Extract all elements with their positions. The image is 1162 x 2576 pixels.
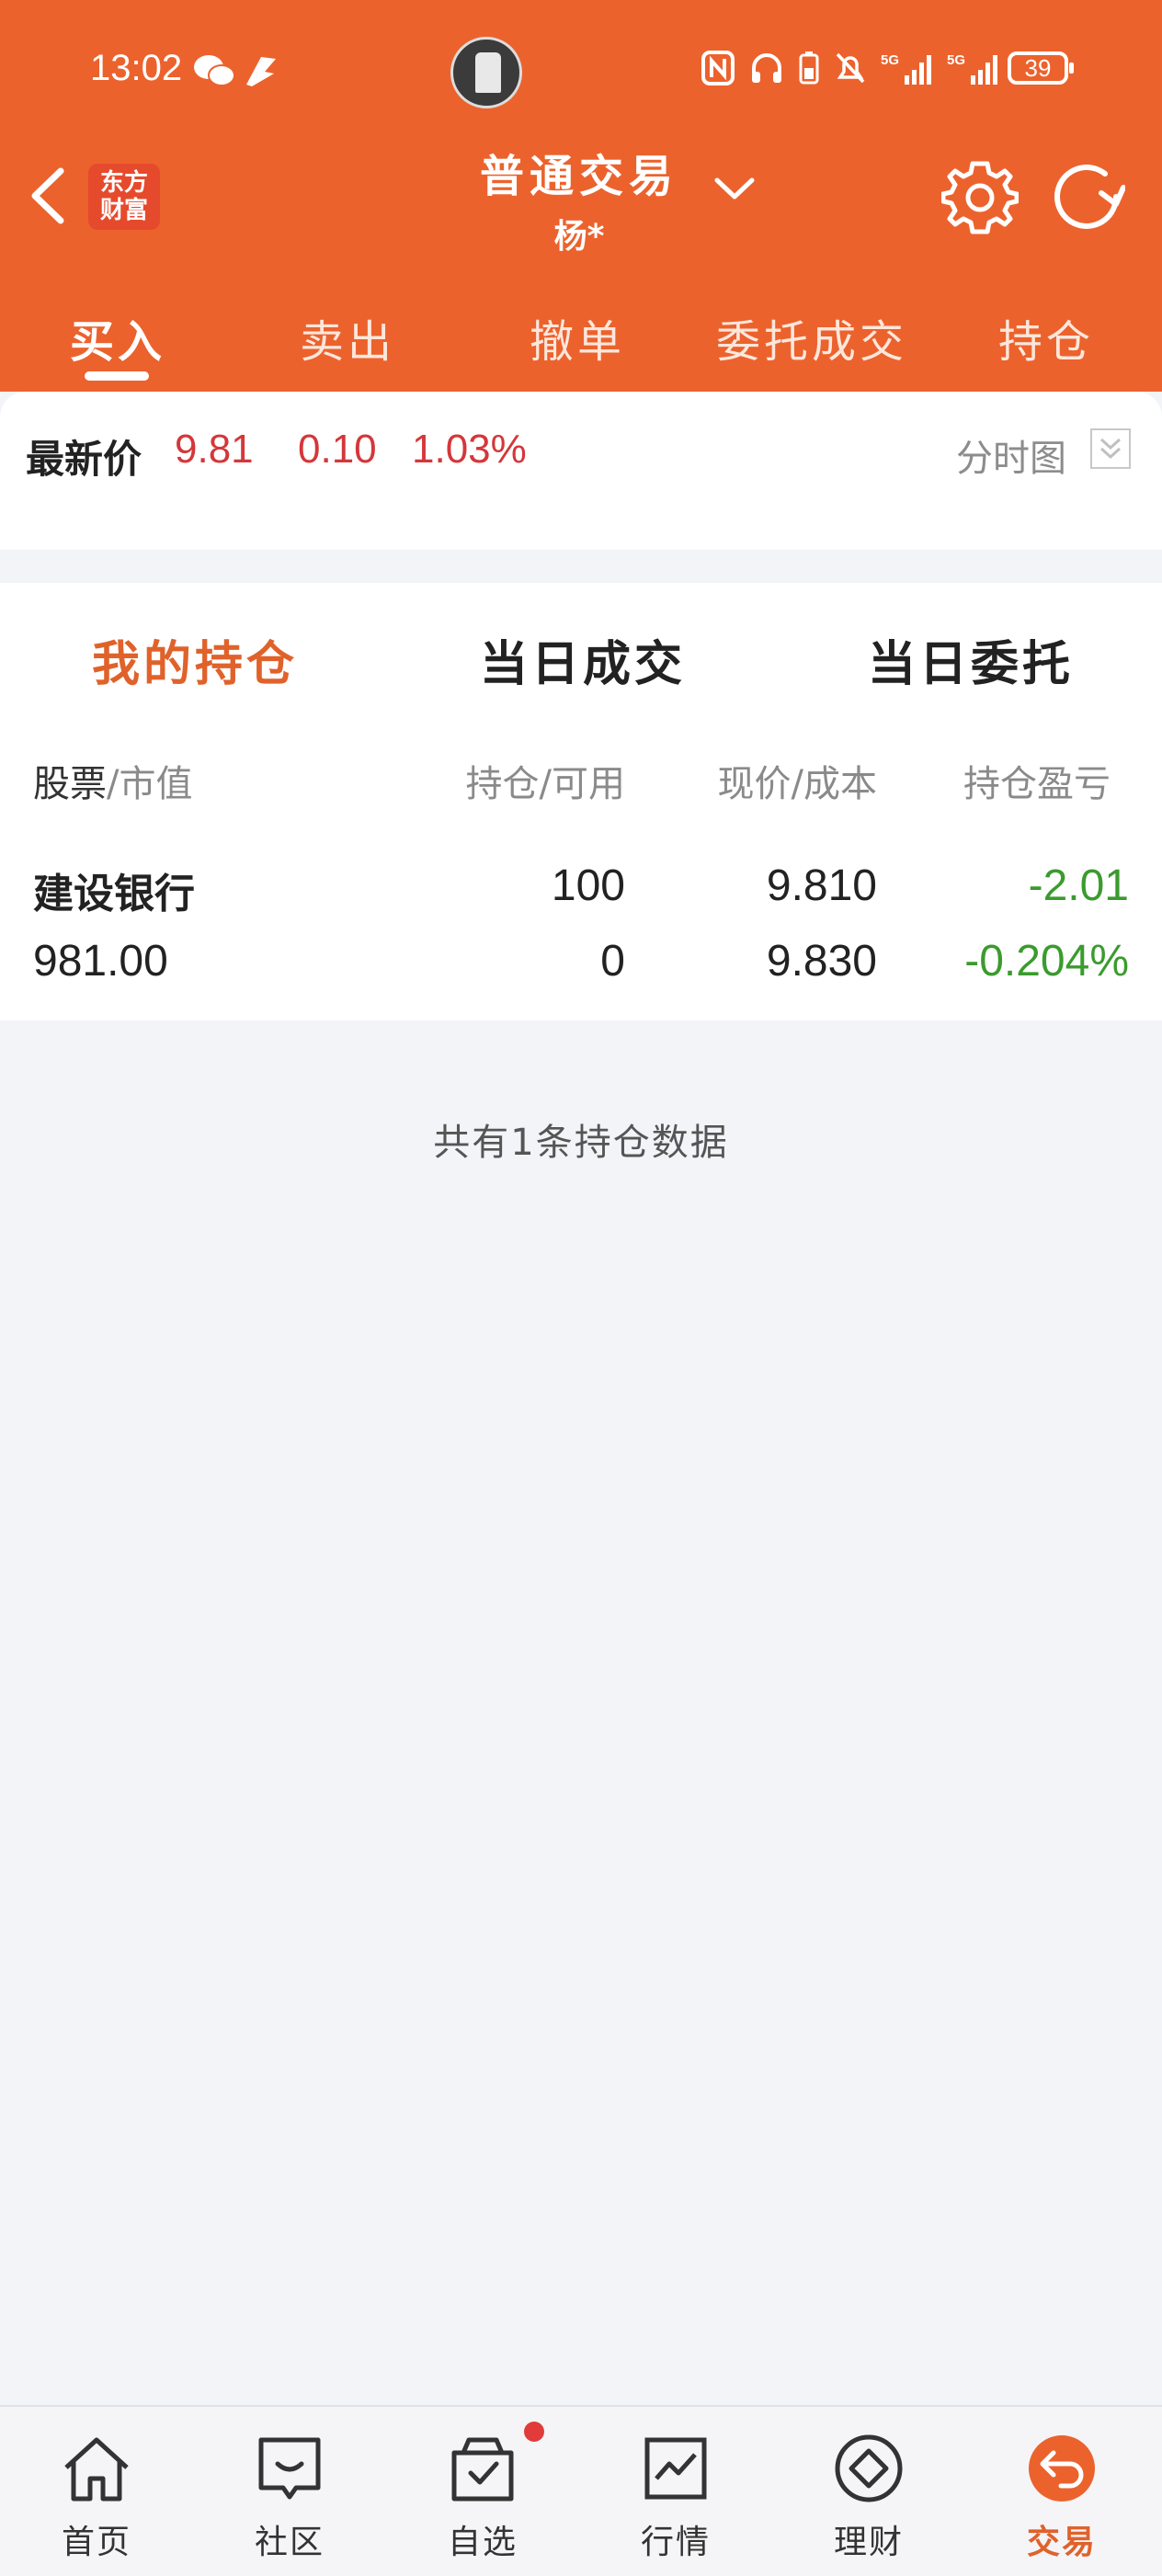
tab-sell[interactable]: 卖出 — [294, 305, 401, 370]
tab-orders[interactable]: 委托成交 — [708, 305, 916, 370]
home-icon — [64, 2437, 129, 2502]
nav-community[interactable]: 社区 — [193, 2407, 386, 2576]
status-time: 13:02 — [90, 48, 183, 88]
shopping-bag-check-icon — [451, 2437, 514, 2502]
trade-tabs: 买入 卖出 撤单 委托成交 持仓 — [0, 294, 1162, 386]
notification-dot — [524, 2422, 544, 2442]
positions-panel: 我的持仓 当日成交 当日委托 股票/市值 持仓/可用 现价/成本 持仓盈亏 建设… — [0, 583, 1162, 1020]
account-name: 杨* — [553, 218, 605, 256]
price-change: 0.10 — [298, 427, 377, 472]
pnl-amount: -2.01 — [1028, 861, 1129, 910]
tab-buy[interactable]: 买入 — [64, 305, 171, 370]
svg-text:5G: 5G — [947, 52, 965, 68]
price-change-pct: 1.03% — [412, 427, 527, 472]
double-chevron-down-icon — [1099, 438, 1122, 460]
app-notification-icon — [246, 57, 276, 86]
nav-market[interactable]: 行情 — [579, 2407, 772, 2576]
logo-line2: 财富 — [99, 197, 148, 224]
cost-price: 9.830 — [766, 937, 877, 986]
tab-cancel[interactable]: 撤单 — [524, 305, 631, 370]
logo-line1: 东方 — [99, 169, 148, 197]
latest-price: 9.81 — [175, 427, 254, 472]
wechat-icon — [194, 55, 235, 86]
system-icons: 5G 5G — [701, 50, 1000, 86]
active-tab-indicator — [85, 371, 149, 381]
subtab-today-orders[interactable]: 当日委托 — [868, 625, 1074, 694]
column-header-price: 现价/成本 — [717, 763, 877, 805]
nav-watchlist[interactable]: 自选 — [386, 2407, 579, 2576]
nav-label-market: 行情 — [640, 2524, 711, 2561]
gear-icon[interactable] — [941, 158, 1019, 235]
headphones-icon — [752, 53, 781, 83]
nav-label-wealth: 理财 — [833, 2524, 904, 2561]
battery-indicator: 39 — [1008, 51, 1074, 85]
nfc-icon — [701, 51, 735, 85]
refresh-icon[interactable] — [1048, 158, 1125, 235]
column-stock-label: 股票 — [33, 763, 107, 805]
mute-bell-icon — [836, 52, 865, 84]
nav-label-trade: 交易 — [1026, 2524, 1097, 2561]
line-chart-icon — [644, 2437, 707, 2500]
column-header-pnl: 持仓盈亏 — [963, 763, 1111, 805]
market-value: 981.00 — [33, 937, 168, 986]
nav-label-watchlist: 自选 — [447, 2524, 518, 2561]
subtab-my-positions[interactable]: 我的持仓 — [92, 625, 298, 694]
chat-bubble-icon — [258, 2437, 321, 2500]
nav-trade[interactable]: 交易 — [965, 2407, 1158, 2576]
current-price: 9.810 — [766, 861, 877, 910]
pnl-percent: -0.204% — [964, 937, 1129, 986]
nav-label-community: 社区 — [254, 2524, 325, 2561]
expand-chart-button[interactable] — [1090, 428, 1131, 469]
price-panel: 最新价 9.81 0.10 1.03% 分时图 — [0, 392, 1162, 550]
column-market-value-label: /市值 — [107, 763, 193, 805]
position-qty: 100 — [551, 861, 625, 910]
svg-text:5G: 5G — [881, 52, 899, 68]
back-arrow-icon[interactable] — [24, 164, 70, 228]
nav-wealth[interactable]: 理财 — [772, 2407, 965, 2576]
status-bar: 13:02 5G 5G 39 — [0, 0, 1162, 147]
positions-summary: 共有1条持仓数据 — [433, 1122, 729, 1164]
battery-saver-icon — [799, 51, 819, 85]
signal-5g-icon-2: 5G — [947, 52, 997, 85]
available-qty: 0 — [600, 937, 625, 986]
bottom-nav: 首页 社区 自选 行情 理财 交易 — [0, 2405, 1162, 2576]
diamond-icon — [835, 2434, 903, 2502]
column-header-position: 持仓/可用 — [465, 763, 625, 805]
subtab-today-trades[interactable]: 当日成交 — [480, 625, 686, 694]
nav-home[interactable]: 首页 — [0, 2407, 193, 2576]
avatar[interactable] — [450, 37, 522, 108]
nav-label-home: 首页 — [61, 2524, 131, 2561]
tab-positions[interactable]: 持仓 — [993, 305, 1099, 370]
stock-name: 建设银行 — [33, 871, 195, 918]
trade-return-icon — [1029, 2435, 1095, 2502]
app-logo: 东方 财富 — [88, 164, 160, 230]
intraday-chart-toggle[interactable]: 分时图 — [956, 428, 1066, 482]
latest-price-label: 最新价 — [26, 437, 142, 482]
signal-5g-icon: 5G — [881, 52, 931, 85]
column-header-stock: 股票/市值 — [33, 754, 192, 807]
page-title[interactable]: 普通交易 — [441, 140, 717, 204]
chevron-down-icon[interactable] — [713, 175, 756, 202]
